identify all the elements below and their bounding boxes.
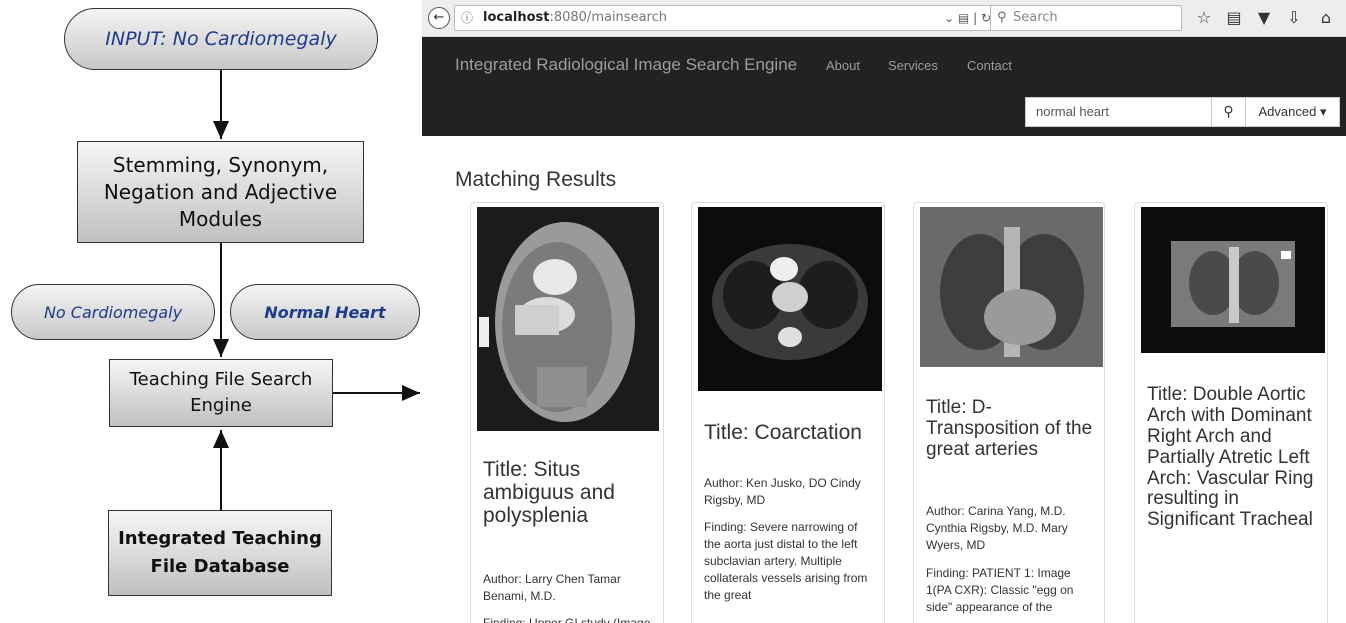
result-title[interactable]: Title: Situs ambiguus and polysplenia (483, 458, 657, 527)
library-icon[interactable]: ▤ (1224, 8, 1244, 28)
result-card[interactable]: Title: D-Transposition of the great arte… (913, 202, 1105, 623)
result-finding: Finding: Severe narrowing of the aorta j… (704, 520, 868, 602)
result-card[interactable]: Title: Situs ambiguus and polysplenia Au… (470, 202, 664, 623)
result-finding: Finding: Upper GI study (Image 1,2,3) wa… (483, 616, 651, 623)
result-author: Author: Ken Jusko, DO Cindy Rigsby, MD (704, 476, 861, 507)
result-finding: Finding: PATIENT 1: Image 1(PA CXR): Cla… (926, 566, 1074, 614)
result-title[interactable]: Title: Double Aortic Arch with Dominant … (1147, 384, 1321, 531)
result-image-ct[interactable] (698, 207, 882, 391)
browser-search-input[interactable]: ⚲ Search (990, 5, 1182, 31)
info-icon[interactable]: ⓘ (461, 6, 473, 30)
normal-heart-node: Normal Heart (230, 284, 420, 340)
search-placeholder: Search (1013, 10, 1058, 25)
processing-modules-node: Stemming, Synonym, Negation and Adjectiv… (77, 141, 364, 243)
search-engine-node: Teaching File Search Engine (109, 359, 333, 427)
no-cardiomegaly-node: No Cardiomegaly (11, 284, 215, 340)
advanced-dropdown-button[interactable]: Advanced ▾ (1245, 97, 1340, 127)
results-heading: Matching Results (455, 168, 617, 191)
back-icon[interactable]: ← (428, 7, 450, 29)
flowchart: INPUT: No Cardiomegaly Stemming, Synonym… (0, 0, 422, 623)
result-image-chest-xray[interactable] (920, 207, 1103, 367)
nav-link-services[interactable]: Services (888, 58, 938, 73)
result-card[interactable]: Title: Double Aortic Arch with Dominant … (1134, 202, 1328, 623)
star-icon[interactable]: ☆ (1194, 8, 1214, 28)
search-icon: ⚲ (997, 10, 1007, 25)
teaching-file-database-node: Integrated Teaching File Database (108, 510, 332, 596)
input-node: INPUT: No Cardiomegaly (64, 8, 378, 70)
home-icon[interactable]: ⌂ (1316, 8, 1336, 28)
site-navbar: Integrated Radiological Image Search Eng… (422, 37, 1346, 136)
site-search-button[interactable]: ⚲ (1211, 97, 1246, 127)
result-image-xray[interactable] (477, 207, 659, 431)
result-title[interactable]: Title: D-Transposition of the great arte… (926, 397, 1098, 461)
pocket-icon[interactable]: ▼ (1254, 8, 1274, 28)
result-image-neonatal-xray[interactable] (1141, 207, 1325, 353)
browser-window: ← ⓘ localhost:8080/mainsearch ⌄ ▤ | ↻ ⚲ … (422, 0, 1346, 623)
result-card[interactable]: Title: Coarctation Author: Ken Jusko, DO… (691, 202, 885, 623)
advanced-label: Advanced (1258, 104, 1317, 119)
browser-toolbar: ← ⓘ localhost:8080/mainsearch ⌄ ▤ | ↻ ⚲ … (422, 0, 1346, 37)
search-icon: ⚲ (1223, 104, 1234, 120)
reader-icon[interactable]: ⌄ ▤ | ↻ (944, 6, 991, 30)
result-author: Author: Larry Chen Tamar Benami, M.D. (483, 572, 621, 603)
site-search-input[interactable]: normal heart (1025, 97, 1215, 127)
address-bar[interactable]: ⓘ localhost:8080/mainsearch ⌄ ▤ | ↻ (454, 5, 998, 31)
result-author: Author: Carina Yang, M.D. Cynthia Rigsby… (926, 504, 1068, 552)
site-brand[interactable]: Integrated Radiological Image Search Eng… (455, 55, 797, 75)
caret-down-icon: ▾ (1319, 104, 1327, 119)
url-text: localhost:8080/mainsearch (483, 10, 667, 25)
nav-link-about[interactable]: About (826, 58, 860, 73)
nav-link-contact[interactable]: Contact (967, 58, 1012, 73)
result-title[interactable]: Title: Coarctation (704, 421, 878, 444)
download-icon[interactable]: ⇩ (1284, 8, 1304, 28)
